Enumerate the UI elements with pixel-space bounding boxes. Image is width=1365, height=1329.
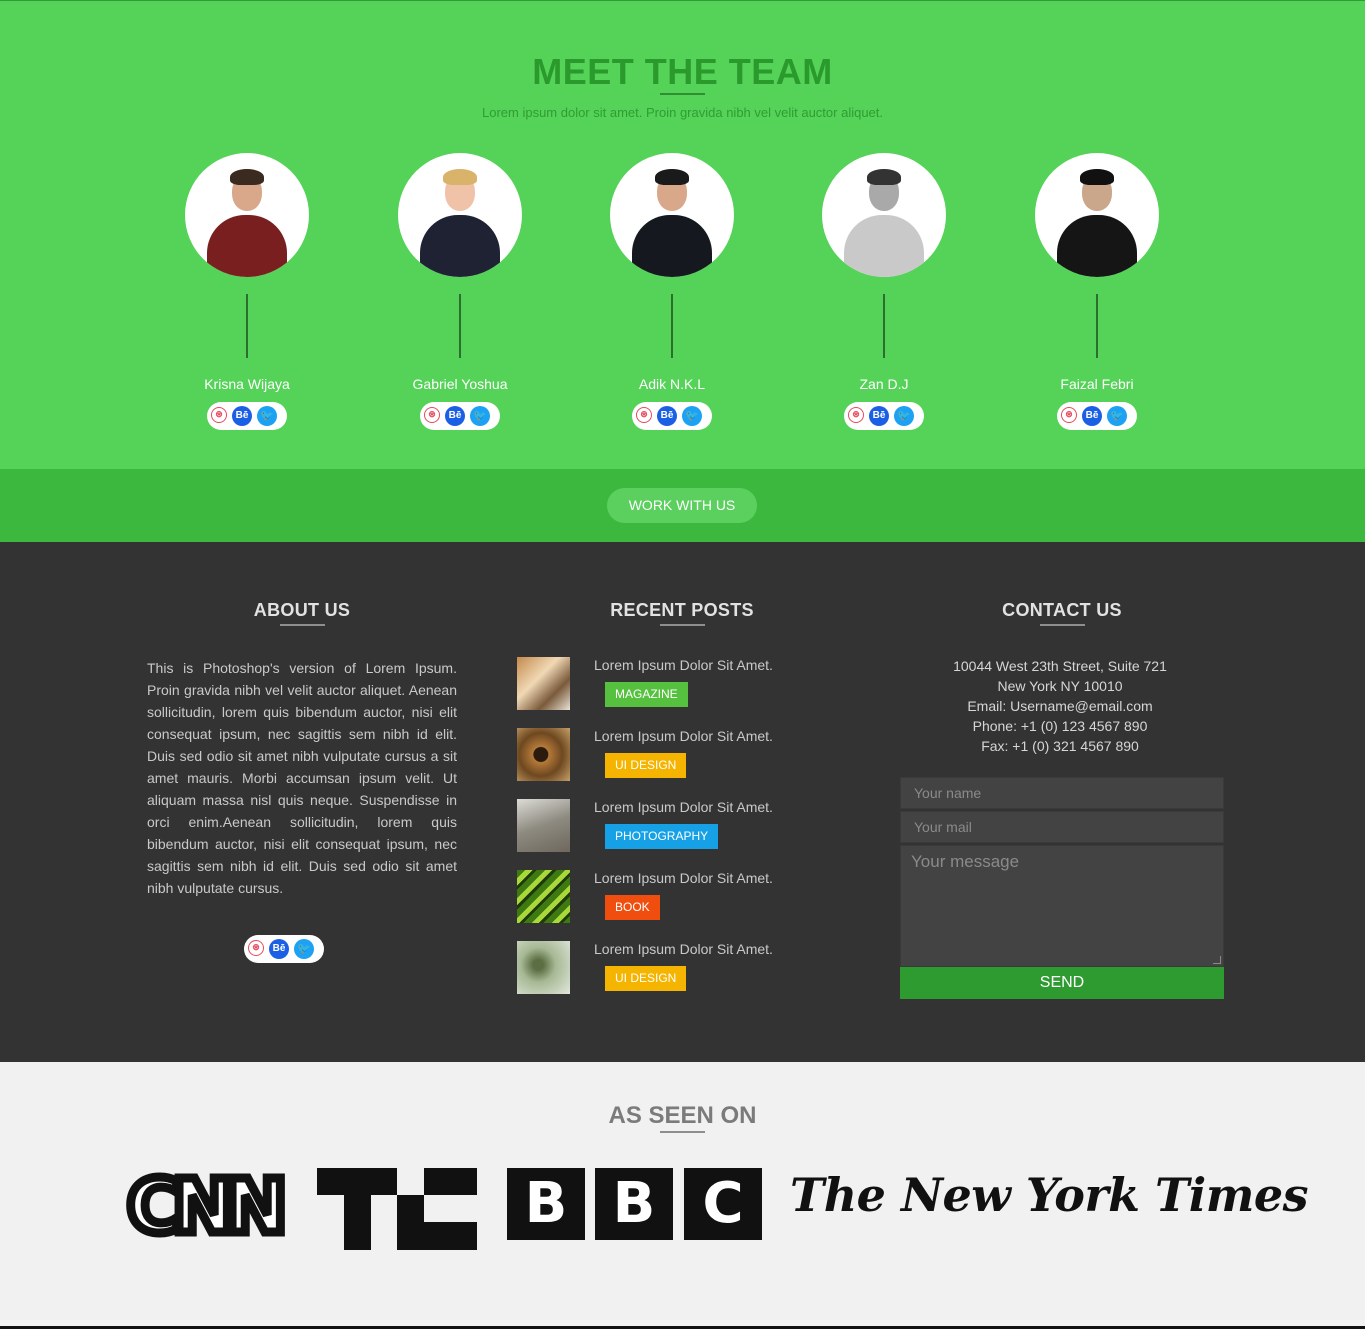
title-underline xyxy=(280,624,325,626)
message-field[interactable]: Your message xyxy=(900,845,1224,967)
connector-line xyxy=(459,294,461,358)
post-title[interactable]: Lorem Ipsum Dolor Sit Amet. xyxy=(594,799,773,815)
title-underline xyxy=(1040,624,1085,626)
twitter-icon[interactable]: 🐦 xyxy=(1107,406,1127,426)
twitter-icon[interactable]: 🐦 xyxy=(294,939,314,959)
address-line: 10044 West 23th Street, Suite 721 xyxy=(953,658,1167,674)
contact-title: CONTACT US xyxy=(1002,600,1122,620)
twitter-icon[interactable]: 🐦 xyxy=(470,406,490,426)
avatar[interactable] xyxy=(822,153,946,277)
list-item[interactable]: Lorem Ipsum Dolor Sit Amet. PHOTOGRAPHY xyxy=(517,799,817,859)
resize-handle-icon[interactable] xyxy=(1213,956,1221,964)
avatar[interactable] xyxy=(1035,153,1159,277)
techcrunch-logo xyxy=(317,1168,477,1250)
dribbble-icon[interactable]: ⊛ xyxy=(848,407,864,423)
post-thumbnail[interactable] xyxy=(517,728,570,781)
cnn-logo: CNN xyxy=(123,1164,292,1251)
member-name: Krisna Wijaya xyxy=(204,376,290,392)
connector-line xyxy=(883,294,885,358)
member-name: Zan D.J xyxy=(859,376,909,392)
team-member: Gabriel Yoshua ⊛ Bē 🐦 xyxy=(370,153,550,433)
twitter-icon[interactable]: 🐦 xyxy=(682,406,702,426)
list-item[interactable]: Lorem Ipsum Dolor Sit Amet. UI DESIGN xyxy=(517,941,817,1001)
connector-line xyxy=(671,294,673,358)
team-member: Faizal Febri ⊛ Bē 🐦 xyxy=(1007,153,1187,433)
contact-phone: Phone: +1 (0) 123 4567 890 xyxy=(972,718,1148,734)
post-tag[interactable]: MAGAZINE xyxy=(605,682,688,707)
about-title: ABOUT US xyxy=(253,600,351,620)
contact-fax: Fax: +1 (0) 321 4567 890 xyxy=(981,738,1139,754)
team-title: MEET THE TEAM xyxy=(532,51,833,92)
post-thumbnail[interactable] xyxy=(517,799,570,852)
title-underline xyxy=(660,1131,705,1133)
dribbble-icon[interactable]: ⊛ xyxy=(248,940,264,956)
contact-info: 10044 West 23th Street, Suite 721 New Yo… xyxy=(900,656,1220,756)
post-tag[interactable]: BOOK xyxy=(605,895,660,920)
about-text: This is Photoshop's version of Lorem Ips… xyxy=(147,660,457,896)
work-with-us-button[interactable]: WORK WITH US xyxy=(607,488,757,523)
address-line: New York NY 10010 xyxy=(997,678,1123,694)
team-member: Zan D.J ⊛ Bē 🐦 xyxy=(794,153,974,433)
list-item[interactable]: Lorem Ipsum Dolor Sit Amet. MAGAZINE xyxy=(517,657,817,717)
nyt-logo: The New York Times xyxy=(790,1168,1309,1222)
dribbble-icon[interactable]: ⊛ xyxy=(424,407,440,423)
member-name: Faizal Febri xyxy=(1060,376,1134,392)
behance-icon[interactable]: Bē xyxy=(445,406,465,426)
post-thumbnail[interactable] xyxy=(517,657,570,710)
team-subtitle: Lorem ipsum dolor sit amet. Proin gravid… xyxy=(481,105,884,120)
recent-posts-title: RECENT POSTS xyxy=(610,600,754,620)
post-title[interactable]: Lorem Ipsum Dolor Sit Amet. xyxy=(594,870,773,886)
post-title[interactable]: Lorem Ipsum Dolor Sit Amet. xyxy=(594,657,773,673)
post-title[interactable]: Lorem Ipsum Dolor Sit Amet. xyxy=(594,941,773,957)
post-tag[interactable]: PHOTOGRAPHY xyxy=(605,824,719,849)
name-field[interactable]: Your name xyxy=(900,777,1224,809)
bbc-letter: B xyxy=(507,1168,585,1240)
member-name: Gabriel Yoshua xyxy=(412,376,508,392)
avatar[interactable] xyxy=(398,153,522,277)
list-item[interactable]: Lorem Ipsum Dolor Sit Amet. UI DESIGN xyxy=(517,728,817,788)
twitter-icon[interactable]: 🐦 xyxy=(257,406,277,426)
member-name: Adik N.K.L xyxy=(638,376,706,392)
behance-icon[interactable]: Bē xyxy=(657,406,677,426)
social-links: ⊛ Bē 🐦 xyxy=(420,402,500,430)
title-underline xyxy=(660,93,705,95)
dribbble-icon[interactable]: ⊛ xyxy=(1061,407,1077,423)
social-links: ⊛ Bē 🐦 xyxy=(1057,402,1137,430)
connector-line xyxy=(1096,294,1098,358)
bbc-letter: B xyxy=(595,1168,673,1240)
behance-icon[interactable]: Bē xyxy=(869,406,889,426)
list-item[interactable]: Lorem Ipsum Dolor Sit Amet. BOOK xyxy=(517,870,817,930)
social-links: ⊛ Bē 🐦 xyxy=(632,402,712,430)
email-field[interactable]: Your mail xyxy=(900,811,1224,843)
team-member: Adik N.K.L ⊛ Bē 🐦 xyxy=(582,153,762,433)
bbc-letter: C xyxy=(684,1168,762,1240)
footer: ABOUT US This is Photoshop's version of … xyxy=(0,542,1365,1062)
post-title[interactable]: Lorem Ipsum Dolor Sit Amet. xyxy=(594,728,773,744)
team-section: MEET THE TEAM Lorem ipsum dolor sit amet… xyxy=(0,0,1365,469)
as-seen-on-title: AS SEEN ON xyxy=(608,1102,757,1129)
post-tag[interactable]: UI DESIGN xyxy=(605,966,687,991)
behance-icon[interactable]: Bē xyxy=(269,939,289,959)
bbc-logo: B B C xyxy=(507,1168,762,1240)
behance-icon[interactable]: Bē xyxy=(232,406,252,426)
post-thumbnail[interactable] xyxy=(517,941,570,994)
social-links: ⊛ Bē 🐦 xyxy=(844,402,924,430)
dribbble-icon[interactable]: ⊛ xyxy=(211,407,227,423)
cta-bar: WORK WITH US xyxy=(0,469,1365,542)
social-links: ⊛ Bē 🐦 xyxy=(244,935,324,963)
twitter-icon[interactable]: 🐦 xyxy=(894,406,914,426)
message-placeholder: Your message xyxy=(911,852,1020,871)
avatar[interactable] xyxy=(610,153,734,277)
connector-line xyxy=(246,294,248,358)
behance-icon[interactable]: Bē xyxy=(1082,406,1102,426)
post-tag[interactable]: UI DESIGN xyxy=(605,753,687,778)
contact-email[interactable]: Email: Username@email.com xyxy=(900,696,1220,716)
social-links: ⊛ Bē 🐦 xyxy=(207,402,287,430)
post-thumbnail[interactable] xyxy=(517,870,570,923)
avatar[interactable] xyxy=(185,153,309,277)
send-button[interactable]: SEND xyxy=(900,967,1224,999)
dribbble-icon[interactable]: ⊛ xyxy=(636,407,652,423)
title-underline xyxy=(660,624,705,626)
team-member: Krisna Wijaya ⊛ Bē 🐦 xyxy=(157,153,337,433)
